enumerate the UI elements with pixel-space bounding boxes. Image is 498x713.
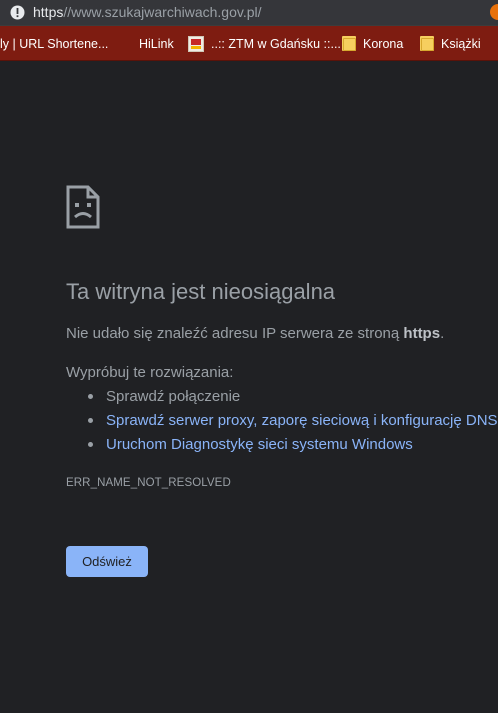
bookmark-label: Książki <box>441 36 481 51</box>
suggestion-run-diagnostics-link[interactable]: Uruchom Diagnostykę sieci systemu Window… <box>88 435 498 459</box>
folder-icon <box>342 36 356 51</box>
bookmark-ztm[interactable]: ..:: ZTM w Gdańsku ::... <box>188 26 341 61</box>
ztm-icon <box>188 35 204 52</box>
url-text[interactable]: https//www.szukajwarchiwach.gov.pl/ <box>33 4 262 20</box>
bookmark-ksiazki[interactable]: Książki <box>420 26 481 61</box>
bookmark-korona[interactable]: Korona <box>342 26 403 61</box>
error-code: ERR_NAME_NOT_RESOLVED <box>66 477 231 489</box>
bookmark-label: ..:: ZTM w Gdańsku ::... <box>211 36 341 51</box>
bookmark-label: ly | URL Shortene... <box>0 36 109 51</box>
bookmark-label: Korona <box>363 36 404 51</box>
url-scheme: https <box>33 4 64 20</box>
suggestions-heading: Wypróbuj te rozwiązania: <box>66 364 234 381</box>
suggestion-check-connection: Sprawdź połączenie <box>88 387 498 411</box>
bookmarks-bar: ly | URL Shortene... HiLink ..:: ZTM w G… <box>0 26 498 61</box>
extension-icon[interactable] <box>490 4 498 20</box>
url-path: //www.szukajwarchiwach.gov.pl/ <box>63 4 262 20</box>
reload-button[interactable]: Odśwież <box>66 546 148 577</box>
info-icon[interactable] <box>10 5 25 20</box>
summary-host: https <box>403 325 441 342</box>
address-bar[interactable]: https//www.szukajwarchiwach.gov.pl/ <box>0 0 498 26</box>
suggestion-check-proxy-link[interactable]: Sprawdź serwer proxy, zaporę sieciową i … <box>88 411 498 435</box>
folder-icon <box>420 36 434 51</box>
suggestions-list: Sprawdź połączenie Sprawdź serwer proxy,… <box>88 387 498 459</box>
summary-text: Nie udało się znaleźć adresu IP serwera … <box>66 325 404 342</box>
error-summary: Nie udało się znaleźć adresu IP serwera … <box>66 325 444 342</box>
error-title: Ta witryna jest nieosiągalna <box>66 279 336 304</box>
bookmark-url-shortener[interactable]: ly | URL Shortene... <box>0 26 108 61</box>
bookmark-label: HiLink <box>139 36 174 51</box>
summary-suffix: . <box>440 325 445 342</box>
bookmark-hilink[interactable]: HiLink <box>139 26 174 61</box>
sad-page-icon <box>66 185 100 229</box>
